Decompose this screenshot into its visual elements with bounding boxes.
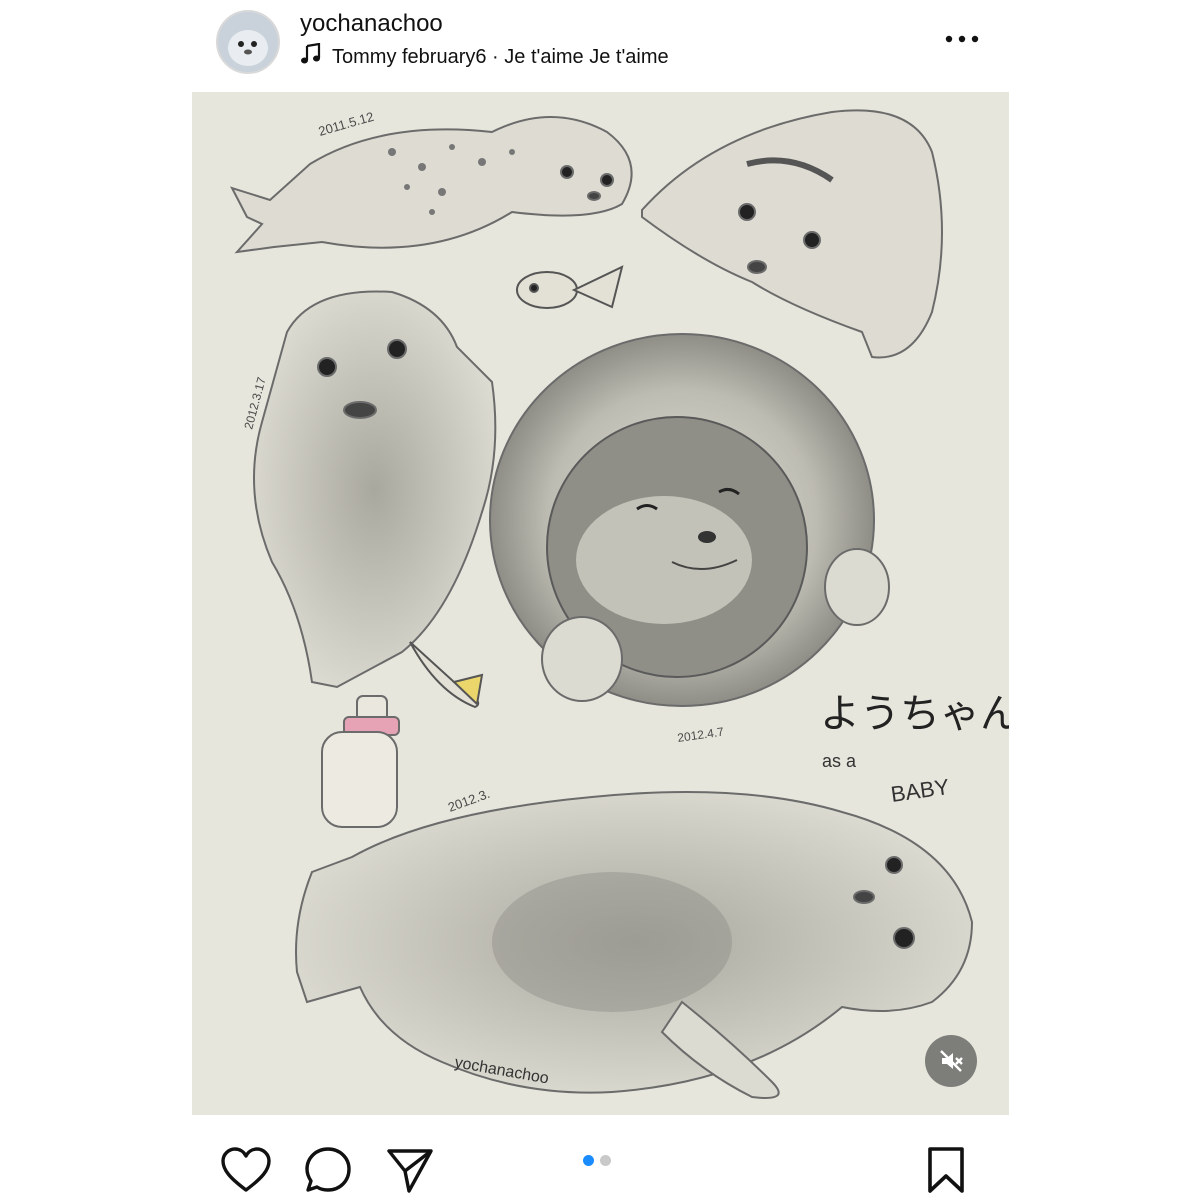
post-media[interactable]: 2011.5.12 2012.3.17 2012.4.7 2012.3. ようち… <box>192 92 1009 1115</box>
share-button[interactable] <box>382 1142 438 1198</box>
heart-icon <box>221 1147 271 1192</box>
volume-muted-icon <box>940 1050 963 1072</box>
carousel-dot[interactable] <box>600 1155 611 1166</box>
caption-as-a: as a <box>822 751 857 771</box>
more-options-button[interactable] <box>944 24 980 54</box>
avatar[interactable] <box>216 10 280 74</box>
carousel-indicator <box>583 1155 611 1166</box>
post-header: yochanachoo Tommy february6 · Je t'aime … <box>0 0 1200 90</box>
more-icon <box>945 35 979 43</box>
like-button[interactable] <box>218 1142 274 1198</box>
music-note-icon <box>300 42 322 71</box>
save-button[interactable] <box>918 1142 974 1198</box>
mute-button[interactable] <box>925 1035 977 1087</box>
username[interactable]: yochanachoo <box>300 10 443 38</box>
music-attribution[interactable]: Tommy february6 · Je t'aime Je t'aime <box>300 42 669 71</box>
caption-jp: ようちゃん <box>820 692 1009 736</box>
pencil-drawing: 2011.5.12 2012.3.17 2012.4.7 2012.3. ようち… <box>192 92 1009 1115</box>
carousel-dot[interactable] <box>583 1155 594 1166</box>
send-icon <box>387 1149 433 1193</box>
comment-icon <box>305 1147 351 1192</box>
comment-button[interactable] <box>300 1142 356 1198</box>
music-label: Tommy february6 · Je t'aime Je t'aime <box>332 45 669 68</box>
bookmark-icon <box>928 1147 964 1193</box>
